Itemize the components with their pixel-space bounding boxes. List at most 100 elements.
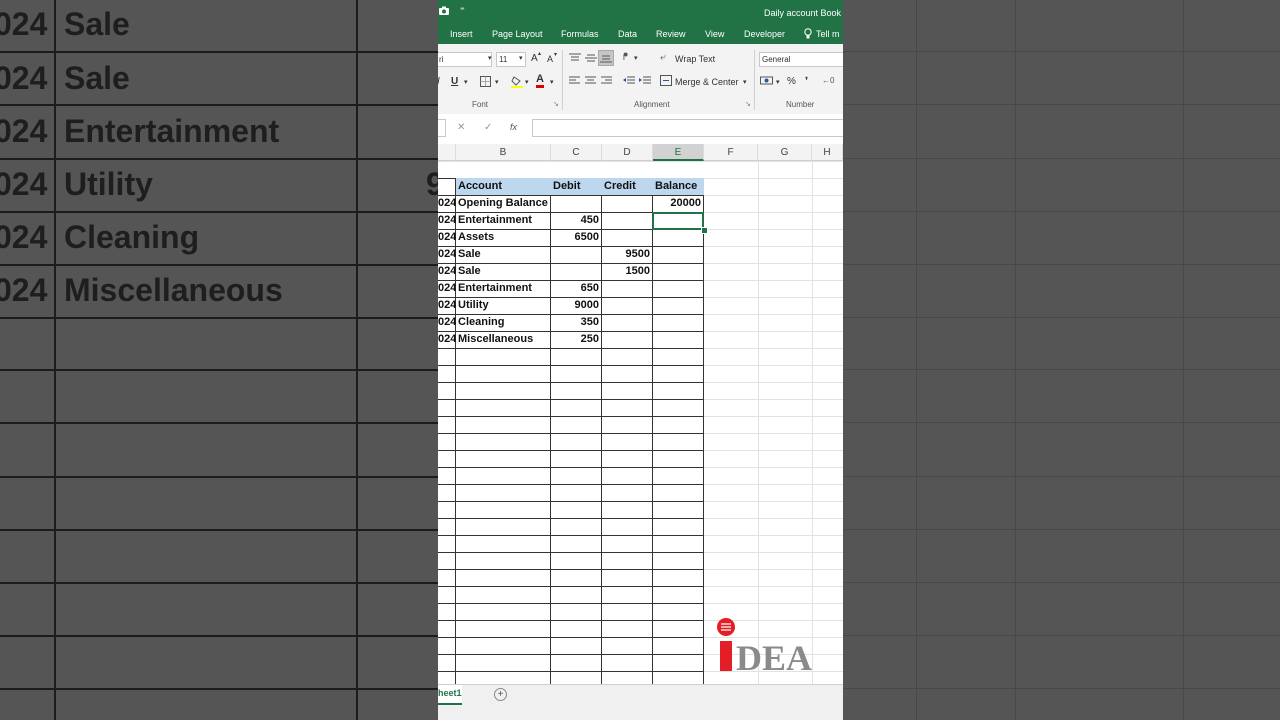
number-format-box[interactable]: General bbox=[759, 52, 843, 67]
grow-font-button[interactable]: A bbox=[531, 53, 538, 64]
debit-cell[interactable]: 9000 bbox=[551, 297, 602, 314]
account-cell[interactable]: Entertainment bbox=[456, 212, 551, 229]
balance-cell[interactable] bbox=[653, 246, 704, 263]
balance-cell[interactable] bbox=[653, 331, 704, 348]
align-right-icon[interactable] bbox=[601, 76, 612, 86]
font-name-box[interactable]: ri bbox=[438, 52, 492, 67]
header-debit[interactable]: Debit bbox=[551, 178, 602, 195]
column-header-h[interactable]: H bbox=[812, 144, 843, 161]
chevron-down-icon[interactable]: ▾ bbox=[743, 78, 747, 86]
tab-data[interactable]: Data bbox=[618, 29, 637, 39]
credit-cell[interactable] bbox=[602, 314, 653, 331]
selected-cell[interactable] bbox=[652, 212, 704, 230]
date-cell[interactable]: 024 bbox=[438, 263, 456, 280]
align-bottom-button[interactable] bbox=[598, 50, 614, 66]
sheet-tab-sheet1[interactable]: heet1 bbox=[438, 685, 462, 705]
chevron-down-icon[interactable]: ▾ bbox=[519, 54, 523, 62]
font-dialog-launcher-icon[interactable]: ↘ bbox=[553, 100, 559, 108]
underline-button[interactable]: U bbox=[451, 76, 458, 87]
cancel-icon[interactable]: ✕ bbox=[457, 122, 465, 133]
tab-review[interactable]: Review bbox=[656, 29, 686, 39]
balance-cell[interactable] bbox=[653, 297, 704, 314]
account-cell[interactable]: Entertainment bbox=[456, 280, 551, 297]
debit-cell[interactable]: 350 bbox=[551, 314, 602, 331]
chevron-down-icon[interactable]: ▾ bbox=[464, 78, 468, 86]
account-cell[interactable]: Miscellaneous bbox=[456, 331, 551, 348]
tab-insert[interactable]: Insert bbox=[450, 29, 473, 39]
shrink-font-button[interactable]: A bbox=[547, 54, 553, 64]
date-cell[interactable]: 024 bbox=[438, 246, 456, 263]
comma-style-button[interactable]: ❜ bbox=[805, 76, 808, 87]
align-left-icon[interactable] bbox=[569, 76, 580, 86]
tab-developer[interactable]: Developer bbox=[744, 29, 785, 39]
alignment-dialog-launcher-icon[interactable]: ↘ bbox=[745, 100, 751, 108]
credit-cell[interactable] bbox=[602, 297, 653, 314]
formula-input[interactable] bbox=[532, 119, 843, 137]
header-balance[interactable]: Balance bbox=[653, 178, 704, 195]
name-box[interactable] bbox=[438, 119, 446, 137]
column-header-a[interactable] bbox=[438, 144, 456, 161]
header-account[interactable]: Account bbox=[456, 178, 551, 195]
credit-cell[interactable] bbox=[602, 212, 653, 229]
orientation-icon[interactable]: ᖰ bbox=[623, 52, 628, 63]
date-cell[interactable]: 024 bbox=[438, 297, 456, 314]
chevron-down-icon[interactable]: ▾ bbox=[634, 54, 638, 62]
debit-cell[interactable] bbox=[551, 246, 602, 263]
balance-cell[interactable]: 20000 bbox=[653, 195, 704, 212]
debit-cell[interactable] bbox=[551, 263, 602, 280]
debit-cell[interactable] bbox=[551, 195, 602, 212]
credit-cell[interactable] bbox=[602, 331, 653, 348]
column-header-f[interactable]: F bbox=[704, 144, 758, 161]
chevron-down-icon[interactable]: ▾ bbox=[495, 78, 499, 86]
increase-decimal-icon[interactable]: ←0 bbox=[822, 76, 834, 85]
font-color-button[interactable]: A bbox=[536, 74, 544, 88]
credit-cell[interactable] bbox=[602, 195, 653, 212]
spreadsheet-grid[interactable]: Account Debit Credit Balance 024 Opening … bbox=[438, 161, 843, 684]
accounting-format-icon[interactable] bbox=[760, 76, 774, 86]
merge-center-button[interactable]: Merge & Center bbox=[675, 77, 739, 87]
balance-cell[interactable] bbox=[653, 280, 704, 297]
balance-cell[interactable] bbox=[653, 314, 704, 331]
debit-cell[interactable]: 6500 bbox=[551, 229, 602, 246]
chevron-down-icon[interactable]: ▾ bbox=[488, 54, 492, 62]
date-cell[interactable]: 024 bbox=[438, 212, 456, 229]
account-cell[interactable]: Utility bbox=[456, 297, 551, 314]
date-cell[interactable]: 024 bbox=[438, 280, 456, 297]
credit-cell[interactable] bbox=[602, 229, 653, 246]
account-cell[interactable]: Sale bbox=[456, 246, 551, 263]
date-cell[interactable]: 024 bbox=[438, 314, 456, 331]
align-top-icon[interactable] bbox=[569, 53, 581, 63]
decrease-indent-icon[interactable] bbox=[623, 76, 635, 86]
tab-view[interactable]: View bbox=[705, 29, 724, 39]
account-cell[interactable]: Cleaning bbox=[456, 314, 551, 331]
camera-icon[interactable] bbox=[438, 6, 450, 16]
tell-me-search[interactable]: Tell m bbox=[816, 29, 840, 39]
percent-style-button[interactable]: % bbox=[787, 76, 796, 87]
column-header-b[interactable]: B bbox=[456, 144, 551, 161]
account-cell[interactable]: Opening Balance bbox=[456, 195, 551, 212]
credit-cell[interactable]: 1500 bbox=[602, 263, 653, 280]
credit-cell[interactable]: 9500 bbox=[602, 246, 653, 263]
tab-page-layout[interactable]: Page Layout bbox=[492, 29, 543, 39]
date-cell[interactable]: 024 bbox=[438, 229, 456, 246]
credit-cell[interactable] bbox=[602, 280, 653, 297]
account-cell[interactable]: Assets bbox=[456, 229, 551, 246]
chevron-down-icon[interactable]: ▾ bbox=[776, 78, 780, 86]
header-credit[interactable]: Credit bbox=[602, 178, 653, 195]
account-cell[interactable]: Sale bbox=[456, 263, 551, 280]
tab-formulas[interactable]: Formulas bbox=[561, 29, 599, 39]
insert-function-button[interactable]: fx bbox=[510, 122, 517, 132]
date-cell[interactable]: 024 bbox=[438, 331, 456, 348]
debit-cell[interactable]: 250 bbox=[551, 331, 602, 348]
balance-cell[interactable] bbox=[653, 229, 704, 246]
debit-cell[interactable]: 650 bbox=[551, 280, 602, 297]
wrap-text-button[interactable]: Wrap Text bbox=[675, 54, 715, 64]
borders-icon[interactable] bbox=[480, 76, 491, 87]
italic-button[interactable]: I bbox=[438, 76, 440, 87]
column-header-d[interactable]: D bbox=[602, 144, 653, 161]
column-header-e[interactable]: E bbox=[653, 144, 704, 161]
debit-cell[interactable]: 450 bbox=[551, 212, 602, 229]
align-center-icon[interactable] bbox=[585, 76, 596, 86]
fill-color-icon[interactable] bbox=[511, 75, 523, 88]
quick-access-more[interactable]: ⁼ bbox=[460, 5, 465, 16]
